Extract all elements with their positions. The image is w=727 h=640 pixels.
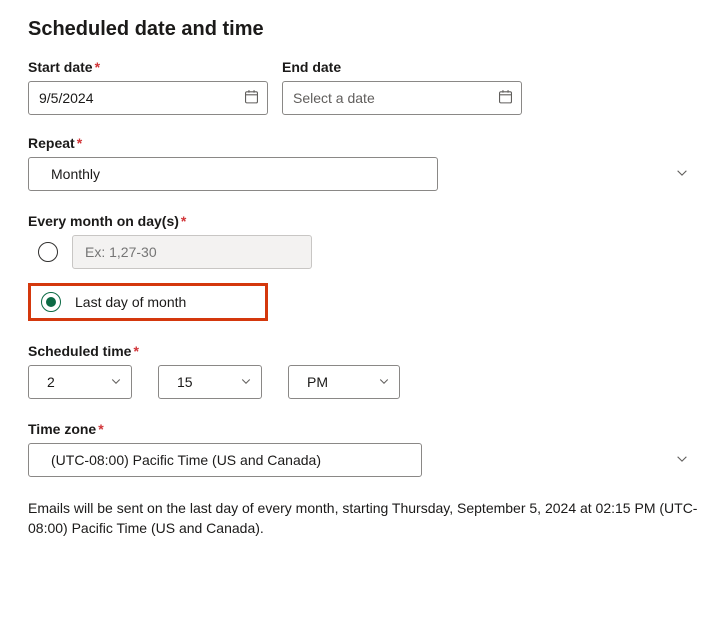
ampm-select[interactable]: PM	[288, 365, 400, 399]
chevron-down-icon	[675, 452, 689, 469]
time-zone-select[interactable]: (UTC-08:00) Pacific Time (US and Canada)	[28, 443, 422, 477]
end-date-input[interactable]	[282, 81, 522, 115]
specific-days-radio[interactable]	[38, 242, 58, 262]
time-zone-label: Time zone*	[28, 421, 699, 437]
hour-select[interactable]: 2	[28, 365, 132, 399]
last-day-radio[interactable]	[41, 292, 61, 312]
schedule-summary: Emails will be sent on the last day of e…	[28, 499, 699, 538]
end-date-label: End date	[282, 59, 522, 75]
start-date-label: Start date*	[28, 59, 268, 75]
last-day-highlight: Last day of month	[28, 283, 268, 321]
specific-days-input[interactable]	[72, 235, 312, 269]
last-day-radio-label: Last day of month	[75, 294, 186, 310]
start-date-input[interactable]	[28, 81, 268, 115]
repeat-select[interactable]: Monthly	[28, 157, 438, 191]
section-heading: Scheduled date and time	[28, 18, 699, 41]
chevron-down-icon	[675, 166, 689, 183]
month-days-label: Every month on day(s)*	[28, 213, 699, 229]
minute-select[interactable]: 15	[158, 365, 262, 399]
scheduled-time-label: Scheduled time*	[28, 343, 699, 359]
repeat-label: Repeat*	[28, 135, 699, 151]
